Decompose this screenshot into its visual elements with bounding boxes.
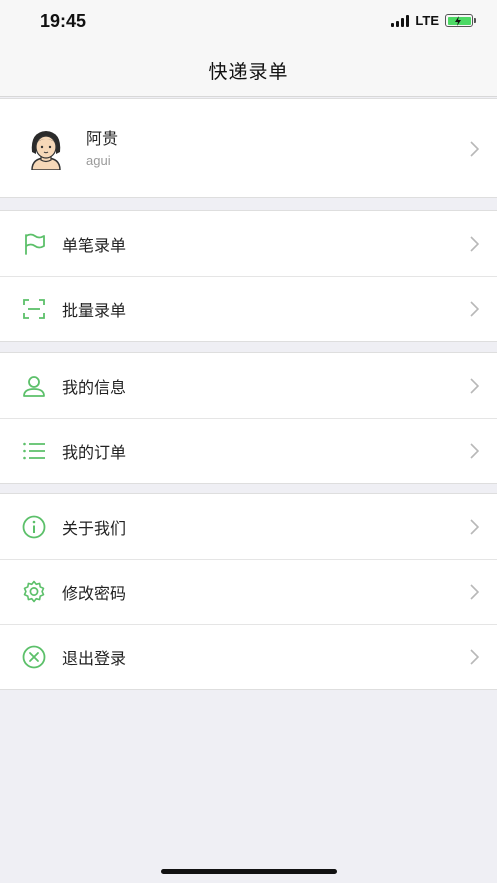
menu-item-label: 关于我们 <box>62 518 127 538</box>
chevron-right-icon <box>470 236 479 252</box>
menu-item-label: 退出登录 <box>62 648 127 668</box>
navigation-bar: 快递录单 <box>0 44 497 97</box>
menu-item-logout[interactable]: 退出登录 <box>0 624 497 689</box>
menu-item-my-info[interactable]: 我的信息 <box>0 353 497 418</box>
chevron-right-icon <box>470 519 479 535</box>
gear-icon <box>23 580 45 603</box>
user-icon <box>23 376 45 397</box>
info-icon <box>22 515 46 539</box>
battery-charging-icon <box>445 14 476 27</box>
close-circle-icon <box>22 645 46 669</box>
profile-name: 阿贵 <box>86 129 119 148</box>
menu-group-settings: 关于我们 修改密码 退出登录 <box>0 493 497 690</box>
scan-icon <box>23 299 45 319</box>
menu-item-batch-entry[interactable]: 批量录单 <box>0 276 497 341</box>
flag-icon <box>25 233 45 255</box>
menu-item-change-password[interactable]: 修改密码 <box>0 559 497 624</box>
signal-icon <box>391 14 410 27</box>
list-icon <box>23 442 45 460</box>
chevron-right-icon <box>470 301 479 317</box>
status-indicators: LTE <box>391 13 476 28</box>
page-title: 快递录单 <box>208 60 289 83</box>
home-indicator[interactable] <box>161 869 337 874</box>
chevron-right-icon <box>470 584 479 600</box>
chevron-right-icon <box>470 378 479 394</box>
menu-item-label: 修改密码 <box>62 583 127 603</box>
status-bar: 19:45 LTE <box>0 0 497 44</box>
network-type: LTE <box>415 13 439 28</box>
menu-group-order-entry: 单笔录单 批量录单 <box>0 210 497 342</box>
menu-item-label: 批量录单 <box>62 300 127 320</box>
menu-item-about-us[interactable]: 关于我们 <box>0 494 497 559</box>
menu-item-label: 单笔录单 <box>62 235 127 255</box>
profile-card[interactable]: 阿贵 agui <box>0 98 497 198</box>
status-time: 19:45 <box>40 11 87 31</box>
chevron-right-icon <box>470 443 479 459</box>
avatar-girl-icon <box>31 131 61 170</box>
chevron-right-icon <box>470 649 479 665</box>
menu-item-label: 我的订单 <box>62 442 127 462</box>
menu-group-account: 我的信息 我的订单 <box>0 352 497 484</box>
menu-item-single-entry[interactable]: 单笔录单 <box>0 211 497 276</box>
profile-username: agui <box>86 153 111 168</box>
chevron-right-icon <box>470 141 479 157</box>
menu-item-my-orders[interactable]: 我的订单 <box>0 418 497 483</box>
menu-item-label: 我的信息 <box>62 377 127 397</box>
